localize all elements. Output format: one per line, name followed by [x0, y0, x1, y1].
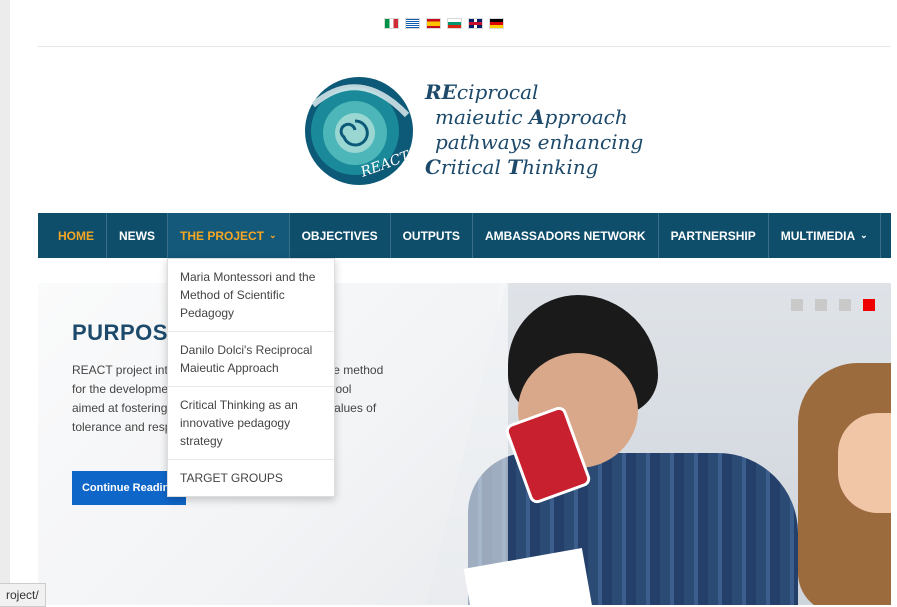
slide-dot[interactable] [839, 299, 851, 311]
nav-multimedia[interactable]: MULTIMEDIA ⌄ [769, 213, 881, 258]
logo-text: ciprocal [456, 80, 539, 104]
nav-home-label: HOME [58, 228, 94, 243]
photo-girl-face [838, 413, 891, 513]
nav-ambassadors-label: AMBASSADORS NETWORK [484, 228, 646, 243]
logo-text: hinking [522, 155, 599, 179]
slider-pagination [791, 299, 875, 311]
logo-text-bold: A [529, 105, 545, 129]
logo-wordmark: REciprocal maieutic Approach pathways en… [425, 80, 643, 180]
dropdown-item-dolci[interactable]: Danilo Dolci's Reciprocal Maieutic Appro… [168, 332, 334, 387]
spain-flag-icon[interactable] [427, 19, 440, 28]
logo-text: maieutic [435, 105, 529, 129]
nav-objectives-label: OBJECTIVES [301, 228, 378, 243]
bulgaria-flag-icon[interactable] [448, 19, 461, 28]
chevron-down-icon: ⌄ [269, 230, 277, 240]
nav-news-label: NEWS [119, 228, 155, 243]
logo-text: pproach [544, 105, 628, 129]
nav-outputs-label: OUTPUTS [402, 228, 460, 243]
italy-flag-icon[interactable] [385, 19, 398, 28]
nav-partnership[interactable]: PARTNERSHIP [659, 213, 769, 258]
nav-outputs[interactable]: OUTPUTS [391, 213, 473, 258]
chevron-down-icon: ⌄ [860, 230, 868, 240]
slide-dot[interactable] [791, 299, 803, 311]
left-scroll-edge [0, 0, 10, 605]
logo-text: pathways enhancing [435, 130, 644, 154]
dropdown-item-target-groups[interactable]: TARGET GROUPS [168, 460, 334, 496]
germany-flag-icon[interactable] [490, 19, 503, 28]
dropdown-item-montessori[interactable]: Maria Montessori and the Method of Scien… [168, 259, 334, 332]
nav-news[interactable]: NEWS [107, 213, 168, 258]
header-divider [38, 46, 890, 47]
logo-text-bold: RE [425, 80, 457, 104]
slide-dot-active[interactable] [863, 299, 875, 311]
greece-flag-icon[interactable] [406, 19, 419, 28]
nav-project-label: THE PROJECT [180, 228, 265, 243]
logo-text-bold: C [425, 155, 441, 179]
nav-the-project[interactable]: THE PROJECT ⌄ [168, 213, 290, 258]
logo-text: ritical [440, 155, 508, 179]
nav-ambassadors-network[interactable]: AMBASSADORS NETWORK [473, 213, 659, 258]
logo-text-bold: T [507, 155, 523, 179]
dropdown-item-critical-thinking[interactable]: Critical Thinking as an innovative pedag… [168, 387, 334, 460]
hero-slider: PURPOSE REACT project intends to impleme… [38, 283, 891, 605]
status-bar-url: roject/ [0, 583, 46, 607]
nav-partnership-label: PARTNERSHIP [670, 228, 756, 243]
nav-objectives[interactable]: OBJECTIVES [290, 213, 391, 258]
nav-home[interactable]: HOME [38, 213, 107, 258]
main-navigation: HOME NEWS THE PROJECT ⌄ OBJECTIVES OUTPUT… [38, 213, 891, 258]
slide-dot[interactable] [815, 299, 827, 311]
the-project-dropdown: Maria Montessori and the Method of Scien… [167, 258, 335, 497]
react-logo-icon[interactable]: REACT [303, 75, 415, 187]
language-selector [385, 19, 503, 28]
nav-multimedia-label: MULTIMEDIA [780, 228, 856, 243]
uk-flag-icon[interactable] [469, 19, 482, 28]
